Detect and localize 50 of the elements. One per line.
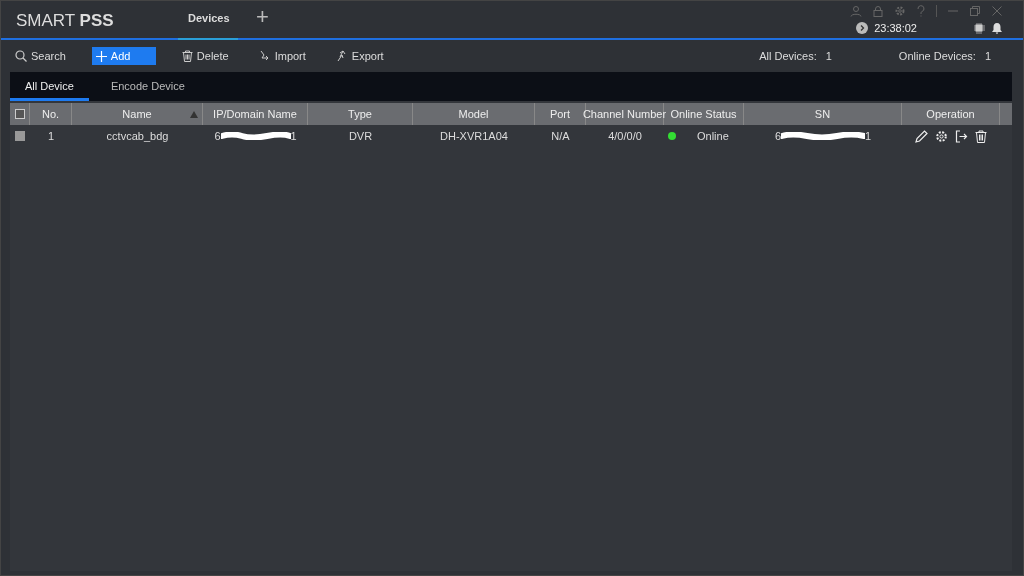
device-count: 1 xyxy=(825,50,832,62)
table-cell: 4/0/0/0 xyxy=(608,130,642,142)
export-button[interactable]: Export xyxy=(331,47,388,65)
table-cell: 1 xyxy=(47,130,55,142)
column-header[interactable]: Type xyxy=(308,103,413,125)
user-icon[interactable] xyxy=(850,5,862,17)
column-header[interactable]: Operation xyxy=(902,103,1000,125)
device-tab[interactable]: Encode Device xyxy=(95,72,200,101)
search-icon xyxy=(15,50,27,62)
devices-tab[interactable]: Devices xyxy=(178,1,238,40)
select-all-checkbox[interactable] xyxy=(14,109,25,119)
clock-time: 23:38:02 xyxy=(874,22,917,34)
table-cell: N/A xyxy=(551,130,570,142)
import-icon xyxy=(258,50,271,62)
column-header[interactable]: Name xyxy=(72,103,203,125)
add-button[interactable]: Add xyxy=(91,47,156,65)
lock-icon[interactable] xyxy=(872,5,884,17)
redaction-mark xyxy=(220,132,291,140)
restore-icon[interactable] xyxy=(969,5,981,17)
row-checkbox[interactable] xyxy=(15,131,25,141)
help-icon[interactable] xyxy=(916,5,926,17)
sort-icon xyxy=(190,111,198,118)
column-header[interactable]: Model xyxy=(413,103,535,125)
table-cell: DH-XVR1A04 xyxy=(440,130,508,142)
column-header[interactable]: No. xyxy=(30,103,72,125)
clock-icon xyxy=(856,22,869,34)
table-cell: cctvcab_bdg xyxy=(106,130,169,142)
close-icon[interactable] xyxy=(991,5,1003,17)
app-logo: SMART PSS xyxy=(15,10,115,32)
table-cell: DVR xyxy=(348,130,373,142)
table-cell: 6 xyxy=(774,130,781,142)
search-button[interactable]: Search xyxy=(11,47,70,65)
trash-icon[interactable] xyxy=(975,129,987,143)
table-cell: Online xyxy=(697,130,729,142)
edit-icon[interactable] xyxy=(915,129,928,143)
plus-icon xyxy=(95,50,107,62)
device-count-label: All Devices: xyxy=(759,50,817,62)
table-cell: 1 xyxy=(290,130,297,142)
device-count-label: Online Devices: xyxy=(898,50,976,62)
bell-icon[interactable] xyxy=(991,22,1003,34)
column-header[interactable]: SN xyxy=(744,103,902,125)
add-tab-button[interactable]: + xyxy=(238,1,269,38)
delete-button[interactable]: Delete xyxy=(177,47,233,65)
column-header[interactable]: IP/Domain Name xyxy=(203,103,308,125)
import-button[interactable]: Import xyxy=(254,47,310,65)
device-count: 1 xyxy=(984,50,991,62)
table-cell: 6 xyxy=(214,130,221,142)
trash-icon xyxy=(181,50,193,62)
table-cell: 1 xyxy=(865,130,872,142)
logout-icon[interactable] xyxy=(955,129,968,143)
